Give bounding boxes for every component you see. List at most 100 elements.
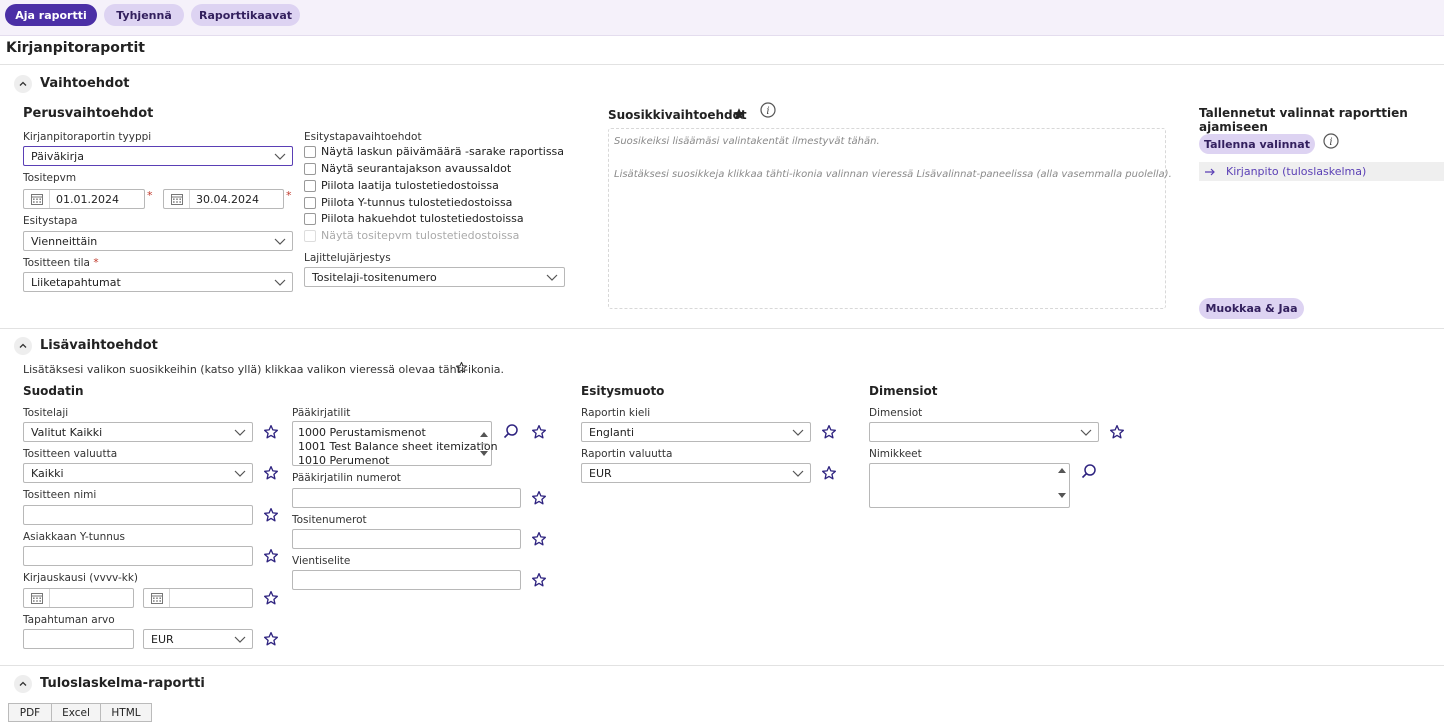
chevron-down-icon [274, 153, 286, 160]
report-language-select[interactable]: Englanti [581, 422, 811, 442]
star-outline-icon[interactable] [263, 465, 279, 481]
star-outline-icon[interactable] [263, 424, 279, 440]
chevron-down-icon [546, 274, 558, 281]
star-outline-icon[interactable] [263, 507, 279, 523]
checkbox[interactable] [304, 179, 316, 192]
clear-button[interactable]: Tyhjennä [104, 4, 184, 26]
checkbox[interactable] [304, 162, 316, 175]
search-icon[interactable] [1080, 463, 1098, 481]
star-outline-icon[interactable] [821, 424, 837, 440]
edit-share-button[interactable]: Muokkaa & Jaa [1199, 298, 1304, 319]
star-outline-icon[interactable] [263, 590, 279, 606]
list-item[interactable]: 1001 Test Balance sheet itemization [298, 440, 498, 453]
presentation-select[interactable]: Vienneittäin [23, 231, 293, 251]
star-outline-icon[interactable] [821, 465, 837, 481]
search-icon[interactable] [502, 423, 520, 441]
star-outline-icon[interactable] [531, 531, 547, 547]
star-outline-icon[interactable] [263, 631, 279, 647]
presentation-value: Vienneittäin [31, 234, 98, 248]
basic-options-title: Perusvaihtoehdot [23, 106, 154, 121]
star-outline-icon[interactable] [1109, 424, 1125, 440]
list-item[interactable]: 1010 Perumenot [298, 454, 390, 467]
sort-order-value: Tositelaji-tositenumero [312, 270, 437, 284]
report-type-select[interactable]: Päiväkirja [23, 146, 293, 166]
chevron-up-icon [19, 681, 27, 686]
star-outline-icon[interactable] [263, 548, 279, 564]
toolbar: Aja raportti Tyhjennä Raporttikaavat [0, 0, 1444, 36]
filter-title: Suodatin [23, 384, 84, 398]
collapse-options-toggle[interactable] [14, 75, 32, 93]
tab-excel[interactable]: Excel [51, 703, 101, 722]
entry-description-input[interactable] [292, 570, 521, 590]
star-outline-icon[interactable] [531, 572, 547, 588]
divider [0, 64, 1444, 65]
checkbox[interactable] [304, 145, 316, 158]
voucher-currency-select[interactable]: Kaikki [23, 463, 253, 483]
report-currency-label: Raportin valuutta [581, 448, 673, 460]
voucher-name-input[interactable] [23, 505, 253, 525]
customer-id-label: Asiakkaan Y-tunnus [23, 531, 126, 543]
accounts-listbox[interactable]: 1000 Perustamismenot 1001 Test Balance s… [292, 421, 498, 467]
report-templates-button[interactable]: Raporttikaavat [191, 4, 300, 26]
star-outline-icon[interactable] [531, 490, 547, 506]
date-from-field[interactable]: 01.01.2024 [23, 189, 145, 209]
chevron-down-icon [274, 279, 286, 286]
presentation-label: Esitystapa [23, 215, 78, 227]
list-item[interactable]: 1000 Perustamismenot [298, 426, 426, 439]
names-label: Nimikkeet [869, 448, 922, 460]
run-report-button[interactable]: Aja raportti [5, 4, 97, 26]
checkbox[interactable] [304, 212, 316, 225]
voucher-currency-label: Tositteen valuutta [23, 448, 118, 460]
calendar-icon[interactable] [164, 190, 190, 208]
svg-text:i: i [1329, 137, 1332, 148]
period-label: Kirjauskausi (vvvv-kk) [23, 572, 139, 584]
checkbox[interactable] [304, 196, 316, 209]
checkbox-show-opening-balances[interactable]: Näytä seurantajakson avaussaldot [304, 162, 511, 175]
period-to-field[interactable] [143, 588, 253, 608]
tab-pdf[interactable]: PDF [8, 703, 52, 722]
favorites-hint-2: Lisätäksesi suosikkeja klikkaa tähti-iko… [614, 169, 1172, 180]
save-selections-button[interactable]: Tallenna valinnat [1199, 134, 1315, 154]
voucher-numbers-input[interactable] [292, 529, 521, 549]
dimensions-label: Dimensiot [869, 407, 923, 419]
voucher-type-select[interactable]: Valitut Kaikki [23, 422, 253, 442]
accounts-label: Pääkirjatilit [292, 407, 351, 419]
checkbox-hide-business-id[interactable]: Piilota Y-tunnus tulostetiedostoissa [304, 196, 512, 209]
amount-input[interactable] [23, 629, 134, 649]
info-icon[interactable]: i [1323, 133, 1339, 149]
info-icon[interactable]: i [760, 102, 776, 118]
names-listbox[interactable] [869, 463, 1070, 508]
chevron-up-icon [19, 81, 27, 86]
amount-currency-select[interactable]: EUR [143, 629, 253, 649]
account-number-label: Pääkirjatilin numerot [292, 472, 401, 484]
period-from-field[interactable] [23, 588, 134, 608]
chevron-down-icon [274, 238, 286, 245]
star-filled-icon [733, 108, 745, 120]
tab-html[interactable]: HTML [100, 703, 152, 722]
calendar-icon[interactable] [24, 190, 50, 208]
customer-id-input[interactable] [23, 546, 253, 566]
voucher-name-label: Tositteen nimi [23, 489, 97, 501]
checkbox-hide-creator[interactable]: Piilota laatija tulostetiedostoissa [304, 179, 499, 192]
dimensions-select[interactable] [869, 422, 1099, 442]
calendar-icon[interactable] [144, 589, 170, 607]
sort-order-label: Lajittelujärjestys [304, 252, 391, 264]
voucher-state-select[interactable]: Liiketapahtumat [23, 272, 293, 292]
date-to-field[interactable]: 30.04.2024 [163, 189, 284, 209]
chevron-down-icon [234, 636, 246, 643]
additional-section-title: Lisävaihtoehdot [40, 338, 158, 353]
collapse-additional-toggle[interactable] [14, 337, 32, 355]
collapse-income-report-toggle[interactable] [14, 675, 32, 693]
scrollbar[interactable] [1055, 464, 1069, 507]
saved-selection-item[interactable]: Kirjanpito (tuloslaskelma) [1199, 162, 1444, 181]
account-number-input[interactable] [292, 488, 521, 508]
sort-order-select[interactable]: Tositelaji-tositenumero [304, 267, 565, 287]
calendar-icon[interactable] [24, 589, 50, 607]
checkbox-show-invoice-date[interactable]: Näytä laskun päivämäärä -sarake raportis… [304, 145, 564, 158]
checkbox-hide-search-criteria[interactable]: Piilota hakuehdot tulostetiedostoissa [304, 212, 524, 225]
chevron-down-icon [792, 470, 804, 477]
star-outline-icon[interactable] [531, 424, 547, 440]
scrollbar[interactable] [477, 422, 491, 465]
report-currency-select[interactable]: EUR [581, 463, 811, 483]
divider [0, 328, 1444, 329]
